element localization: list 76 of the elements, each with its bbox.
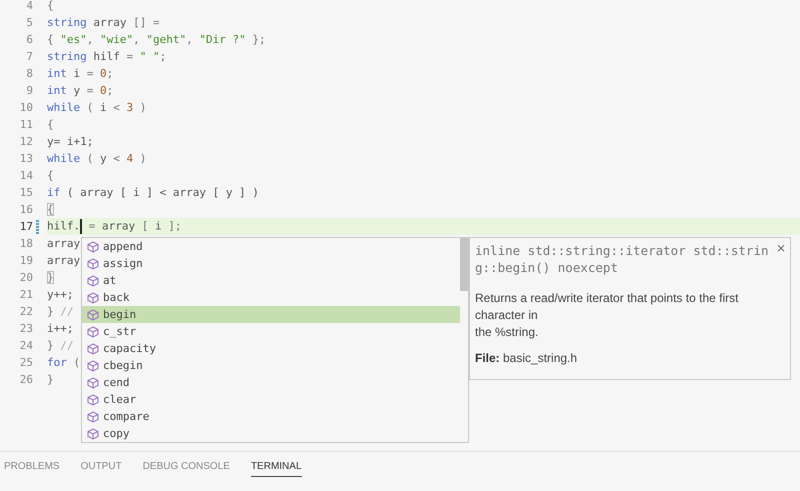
line-number: 14 xyxy=(18,169,33,182)
cube-icon xyxy=(87,326,99,338)
code-line: { xyxy=(47,118,54,131)
line-number: 10 xyxy=(18,101,33,114)
code-line: { "es", "wie", "geht", "Dir ?" }; xyxy=(47,33,266,46)
code-line: y++; xyxy=(47,288,74,301)
code-line: { xyxy=(47,0,54,12)
code-line: string array [] = xyxy=(47,16,160,29)
code-line: if ( array [ i ] < array [ y ] ) xyxy=(47,186,259,199)
code-line: array xyxy=(47,237,80,250)
line-number: 17 xyxy=(18,220,33,233)
line-number: 4 xyxy=(25,0,33,12)
code-line: while ( y < 4 ) xyxy=(47,152,146,165)
line-number: 26 xyxy=(18,373,33,386)
suggestion-item[interactable]: capacity xyxy=(82,340,460,357)
code-line: } xyxy=(47,271,54,284)
code-line: y= i+1; xyxy=(47,135,94,148)
cube-icon xyxy=(87,360,99,372)
line-number: 19 xyxy=(18,254,33,267)
code-line: } // xyxy=(47,305,74,318)
code-line: } // xyxy=(47,339,74,352)
code-line: int i = 0; xyxy=(47,67,114,80)
suggestion-item[interactable]: clear xyxy=(82,391,460,408)
code-line: array xyxy=(47,254,80,267)
line-number: 22 xyxy=(18,305,33,318)
suggestion-item[interactable]: cbegin xyxy=(82,357,460,374)
code-line: { xyxy=(47,169,54,182)
suggestion-item[interactable]: c_str xyxy=(82,323,460,340)
line-number: 24 xyxy=(18,339,33,352)
close-button[interactable]: × xyxy=(776,241,786,255)
cube-icon xyxy=(87,428,99,440)
panel-tab[interactable]: TERMINAL xyxy=(250,461,302,477)
line-number: 5 xyxy=(25,16,33,29)
cube-icon xyxy=(87,274,99,286)
line-number: 18 xyxy=(18,237,33,250)
line-number: 16 xyxy=(18,203,33,216)
suggestion-item[interactable]: assign xyxy=(82,255,460,272)
line-number: 20 xyxy=(18,271,33,284)
line-number: 11 xyxy=(18,118,33,131)
code-line: for ( xyxy=(47,356,80,369)
suggestion-item[interactable]: append xyxy=(82,238,460,255)
line-number: 9 xyxy=(25,84,33,97)
line-number: 21 xyxy=(18,288,33,301)
scrollbar-thumb[interactable] xyxy=(460,238,468,291)
suggestion-item[interactable]: cend xyxy=(82,374,460,391)
line-number: 25 xyxy=(18,356,33,369)
cube-icon xyxy=(87,394,99,406)
code-line: { xyxy=(47,203,54,216)
code-line: int y = 0; xyxy=(47,84,114,97)
cube-icon xyxy=(87,240,99,252)
suggestion-item[interactable]: begin xyxy=(82,306,460,323)
code-line: hilf. = array [ i ]; xyxy=(47,219,182,234)
line-number: 8 xyxy=(25,67,33,80)
cube-icon xyxy=(87,258,99,270)
line-number: 15 xyxy=(18,186,33,199)
suggestion-item[interactable]: at xyxy=(82,272,460,289)
file-text: File: basic_string.h xyxy=(475,351,578,365)
cube-icon xyxy=(87,376,99,388)
line-number: 7 xyxy=(25,50,33,63)
line-number: 13 xyxy=(18,152,33,165)
code-line: while ( i < 3 ) xyxy=(47,101,146,114)
cube-icon xyxy=(87,342,99,354)
line-number: 6 xyxy=(25,33,33,46)
signature-text: inline std::string::iterator std::string::begin() noexcept xyxy=(475,242,770,276)
cube-icon xyxy=(87,292,99,304)
suggestion-item[interactable]: compare xyxy=(82,408,460,425)
line-number: 12 xyxy=(18,135,33,148)
code-line: i++; xyxy=(47,322,74,335)
description-text: Returns a read/write iterator that points to the first character in the %string. xyxy=(475,290,740,341)
suggestion-item[interactable]: copy xyxy=(82,425,460,442)
line-number: 23 xyxy=(18,322,33,335)
suggestion-item[interactable]: back xyxy=(82,289,460,306)
cube-icon xyxy=(87,410,99,422)
code-line: } xyxy=(47,373,54,386)
cube-icon xyxy=(87,308,99,320)
code-line: string hilf = " "; xyxy=(47,50,166,63)
